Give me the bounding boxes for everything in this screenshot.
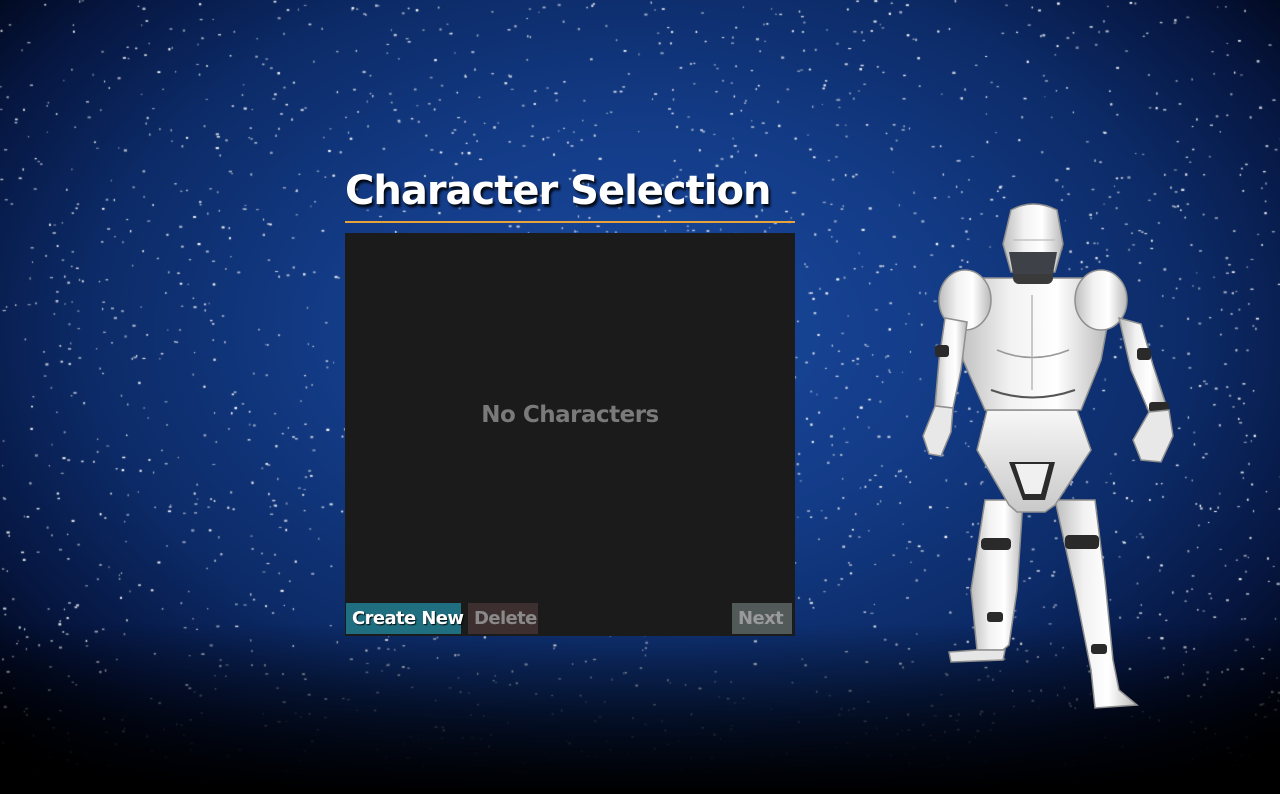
- next-button[interactable]: Next: [732, 603, 792, 634]
- title-underline: [345, 221, 795, 223]
- character-selection-screen: Character Selection No Characters Create…: [0, 0, 1280, 794]
- screen-title: Character Selection: [345, 168, 771, 214]
- character-preview-mannequin: [922, 203, 1174, 709]
- delete-button[interactable]: Delete: [468, 603, 538, 634]
- create-new-button[interactable]: Create New: [346, 603, 464, 634]
- character-list-panel: No Characters Create New Delete Next: [345, 233, 795, 636]
- empty-list-message: No Characters: [481, 402, 659, 428]
